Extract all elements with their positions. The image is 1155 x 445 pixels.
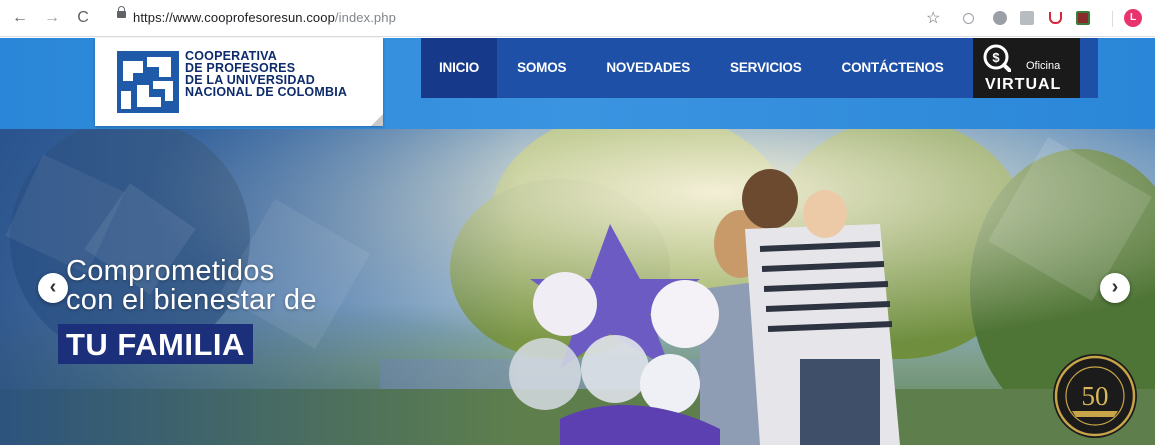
next-slide-icon[interactable]: › bbox=[1100, 273, 1130, 303]
url-path: /index.php bbox=[334, 10, 396, 25]
hero-line-1: Comprometidos bbox=[66, 255, 275, 287]
virtual-label: VIRTUAL bbox=[985, 76, 1062, 93]
grammarly-icon[interactable] bbox=[1020, 11, 1034, 25]
url-text[interactable]: https://www.cooprofesoresun.coop/index.p… bbox=[133, 10, 396, 25]
cooperative-logo-icon bbox=[117, 51, 179, 113]
pocket-icon[interactable] bbox=[1049, 12, 1062, 24]
money-search-icon: $ bbox=[983, 44, 1011, 72]
circle-extension-icon[interactable] bbox=[963, 13, 974, 24]
shield-extension-icon[interactable] bbox=[1076, 11, 1090, 25]
logo-text: COOPERATIVA DE PROFESORES DE LA UNIVERSI… bbox=[185, 50, 348, 99]
browser-toolbar: ← → C https://www.cooprofesoresun.coop/i… bbox=[0, 0, 1155, 37]
oficina-virtual-button[interactable]: $ Oficina VIRTUAL bbox=[973, 38, 1080, 98]
site-header: COOPERATIVA DE PROFESORES DE LA UNIVERSI… bbox=[0, 38, 1155, 129]
nav-item-novedades[interactable]: NOVEDADES bbox=[586, 38, 710, 98]
address-bar[interactable]: https://www.cooprofesoresun.coop/index.p… bbox=[108, 6, 954, 31]
svg-text:$: $ bbox=[992, 50, 1000, 65]
toolbar-divider bbox=[1112, 11, 1113, 27]
back-arrow-icon[interactable]: ← bbox=[10, 9, 30, 27]
nav-item-contactenos[interactable]: CONTÁCTENOS bbox=[822, 38, 964, 98]
forward-arrow-icon[interactable]: → bbox=[42, 9, 62, 27]
bookmark-star-icon[interactable]: ☆ bbox=[926, 8, 940, 28]
prev-slide-icon[interactable]: ‹ bbox=[38, 273, 68, 303]
oficina-label: Oficina bbox=[1026, 60, 1061, 72]
profile-avatar[interactable]: L bbox=[1124, 9, 1142, 27]
lock-icon bbox=[117, 6, 126, 18]
hero-line-2: con el bienestar de bbox=[66, 284, 317, 316]
nav-spacer bbox=[960, 38, 973, 98]
nav-item-somos[interactable]: SOMOS bbox=[497, 38, 586, 98]
logo-line-4: NACIONAL DE COLOMBIA bbox=[185, 85, 348, 99]
nav-tail bbox=[1080, 38, 1098, 98]
site-logo[interactable]: COOPERATIVA DE PROFESORES DE LA UNIVERSI… bbox=[95, 38, 383, 126]
hero-highlight: TU FAMILIA bbox=[58, 324, 253, 364]
reload-icon[interactable]: C bbox=[73, 9, 93, 27]
nav-item-inicio[interactable]: INICIO bbox=[421, 38, 498, 98]
nav-group: SOMOS NOVEDADES SERVICIOS CONTÁCTENOS bbox=[497, 38, 964, 98]
seal-number: 50 bbox=[1082, 381, 1109, 411]
anniversary-seal-icon: 50 bbox=[1053, 354, 1137, 438]
nav-item-servicios[interactable]: SERVICIOS bbox=[710, 38, 821, 98]
skype-icon[interactable] bbox=[993, 11, 1007, 25]
hero-slider: Comprometidos con el bienestar de TU FAM… bbox=[0, 129, 1155, 445]
main-nav: INICIO SOMOS NOVEDADES SERVICIOS CONTÁCT… bbox=[421, 38, 964, 98]
url-host: https://www.cooprofesoresun.coop bbox=[133, 10, 335, 25]
hero-tagline: Comprometidos con el bienestar de bbox=[66, 257, 317, 315]
